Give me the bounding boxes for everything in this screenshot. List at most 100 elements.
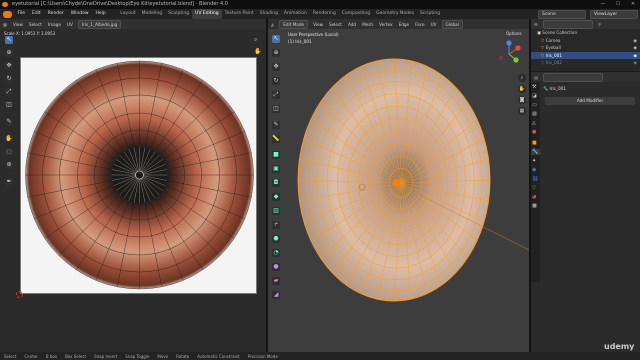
outliner-scene-collection[interactable]: ▣ Scene Collection <box>531 29 640 37</box>
mode-selector[interactable]: Edit Mode <box>279 19 309 29</box>
sample-tool-icon[interactable]: ✒ <box>5 178 13 186</box>
vp-header-vertex[interactable]: Vertex <box>376 22 395 27</box>
tab-sculpting[interactable]: Sculpting <box>165 9 192 19</box>
outliner-panel: ☰ ⚲ ▣ Scene Collection ▽ Cornea ◉ ▽ Eyeba… <box>531 19 640 71</box>
2d-cursor-icon[interactable] <box>16 291 23 298</box>
vp-header-edge[interactable]: Edge <box>396 22 413 27</box>
modifier-tab-icon[interactable]: 🔧 <box>531 149 540 155</box>
vp-header-face[interactable]: Face <box>412 22 427 27</box>
select-tool-icon[interactable]: ↖ <box>5 36 13 44</box>
viewport-editor-type-icon[interactable]: ◭ <box>268 22 277 27</box>
blender-logo-icon <box>2 2 8 7</box>
object-origin-icon <box>392 179 400 187</box>
material-tab-icon[interactable]: ◕ <box>532 194 536 200</box>
data-tab-icon[interactable]: ▽ <box>532 185 536 191</box>
tab-layout[interactable]: Layout <box>117 9 138 19</box>
view-layer-tab-icon[interactable]: ▨ <box>532 111 537 117</box>
uv-header-view[interactable]: View <box>10 22 26 27</box>
menu-edit[interactable]: Edit <box>29 9 45 19</box>
viewlayer-selector[interactable]: ViewLayer <box>590 9 638 19</box>
status-snap-invert: Snap Invert <box>94 353 118 359</box>
world-tab-icon[interactable]: ● <box>532 129 536 135</box>
uv-image-canvas[interactable] <box>20 57 257 294</box>
output-tab-icon[interactable]: ▭ <box>532 102 537 108</box>
tab-modeling[interactable]: Modeling <box>139 9 165 19</box>
relax-tool-icon[interactable]: ◌ <box>5 148 13 156</box>
menu-file[interactable]: File <box>14 9 29 19</box>
iris-mesh-surface <box>298 59 490 301</box>
texture-tab-icon[interactable]: ▩ <box>532 203 537 209</box>
outliner-item-cornea[interactable]: ▽ Cornea ◉ <box>531 37 640 45</box>
transform-tool-icon[interactable]: ◫ <box>5 101 13 109</box>
cursor-tool-icon[interactable]: ⊕ <box>5 49 13 57</box>
tab-shading[interactable]: Shading <box>257 9 281 19</box>
render-tab-icon[interactable]: ◪ <box>532 93 537 99</box>
editor-type-icon[interactable]: ▦ <box>0 22 10 27</box>
menu-window[interactable]: Window <box>67 9 92 19</box>
minimize-button[interactable]: — <box>596 0 610 9</box>
tab-uv-editing[interactable]: UV Editing <box>192 9 222 19</box>
vp-header-view[interactable]: View <box>310 22 326 27</box>
outliner-search[interactable] <box>542 19 593 29</box>
tab-texture-paint[interactable]: Texture Paint <box>222 9 257 19</box>
rotate-tool-icon[interactable]: ↻ <box>5 75 13 83</box>
properties-header: ▤ <box>531 72 640 82</box>
pinch-tool-icon[interactable]: ⊛ <box>5 161 13 169</box>
maximize-button[interactable]: ☐ <box>611 0 625 9</box>
outliner-item-iris-002[interactable]: ▽ Iris_002 ◉ <box>531 59 640 67</box>
scene-tab-icon[interactable]: ◬ <box>532 120 536 126</box>
image-selector[interactable]: Iris_1_Albedo.jpg <box>77 19 122 29</box>
particles-tab-icon[interactable]: ✦ <box>532 158 536 164</box>
vp-header-mesh[interactable]: Mesh <box>359 22 376 27</box>
visibility-icon[interactable]: ◉ <box>633 59 637 67</box>
visibility-icon[interactable]: ◉ <box>633 37 637 45</box>
physics-tab-icon[interactable]: ◉ <box>532 167 536 173</box>
outliner-header: ☰ ⚲ <box>531 19 640 29</box>
iris-mesh-3d[interactable] <box>268 35 529 345</box>
visibility-icon[interactable]: ◉ <box>633 52 637 60</box>
window-titlebar: eyetutorial [C:\Users\Chyde\OneDrive\Des… <box>0 0 640 9</box>
statusbar: Select Center B box Box Select Snap Inve… <box>0 352 640 360</box>
scale-tool-icon[interactable]: ⤢ <box>5 88 13 96</box>
uv-header-select[interactable]: Select <box>26 22 45 27</box>
udemy-watermark: udemy <box>604 342 635 351</box>
uv-editor: ▦ View Select Image UV Iris_1_Albedo.jpg… <box>0 19 266 352</box>
vp-header-uv[interactable]: UV <box>428 22 440 27</box>
uv-pan-icon[interactable]: ✋ <box>254 48 261 55</box>
constraints-tab-icon[interactable]: ⛓ <box>532 176 538 182</box>
3d-viewport: ◭ Edit Mode View Select Add Mesh Vertex … <box>268 19 529 352</box>
grab-tool-icon[interactable]: ✋ <box>5 135 13 143</box>
object-tab-icon[interactable]: ■ <box>532 140 537 146</box>
outliner-item-eyeball[interactable]: ▽ Eyeball ◉ <box>531 44 640 52</box>
outliner-item-iris-001[interactable]: ▽ Iris_001 ◉ <box>531 51 640 60</box>
vp-header-select[interactable]: Select <box>326 22 345 27</box>
uv-editor-header: ▦ View Select Image UV Iris_1_Albedo.jpg <box>0 19 266 29</box>
object-name-field[interactable]: 🔧 Iris_001 <box>543 85 637 92</box>
orientation-selector[interactable]: Global <box>441 19 463 29</box>
blender-menu-icon[interactable] <box>3 10 12 18</box>
tab-geometry-nodes[interactable]: Geometry Nodes <box>373 9 417 19</box>
tab-scripting[interactable]: Scripting <box>417 9 443 19</box>
uv-header-uv[interactable]: UV <box>64 22 76 27</box>
properties-search[interactable] <box>542 72 603 82</box>
annotate-tool-icon[interactable]: ✎ <box>5 118 13 126</box>
tab-rendering[interactable]: Rendering <box>310 9 339 19</box>
close-button[interactable]: ✕ <box>626 0 640 9</box>
tab-animation[interactable]: Animation <box>281 9 310 19</box>
properties-type-icon[interactable]: ▤ <box>531 75 541 80</box>
status-snap-toggle: Snap Toggle <box>125 353 150 359</box>
status-box-select: Box Select <box>65 353 87 359</box>
tool-tab-icon[interactable]: ⚒ <box>532 84 536 90</box>
menu-help[interactable]: Help <box>92 9 109 19</box>
scene-selector[interactable]: Scene <box>538 9 586 19</box>
uv-zoom-icon[interactable]: ⌕ <box>254 36 257 44</box>
visibility-icon[interactable]: ◉ <box>633 44 637 52</box>
outliner-type-icon[interactable]: ☰ <box>531 22 541 27</box>
tab-compositing[interactable]: Compositing <box>339 9 373 19</box>
vp-header-add[interactable]: Add <box>345 22 359 27</box>
menu-render[interactable]: Render <box>44 9 67 19</box>
add-modifier-button[interactable]: Add Modifier <box>545 97 635 105</box>
move-tool-icon[interactable]: ✥ <box>5 62 13 70</box>
outliner-filter-icon[interactable]: ⚲ <box>595 22 604 27</box>
uv-header-image[interactable]: Image <box>45 22 64 27</box>
